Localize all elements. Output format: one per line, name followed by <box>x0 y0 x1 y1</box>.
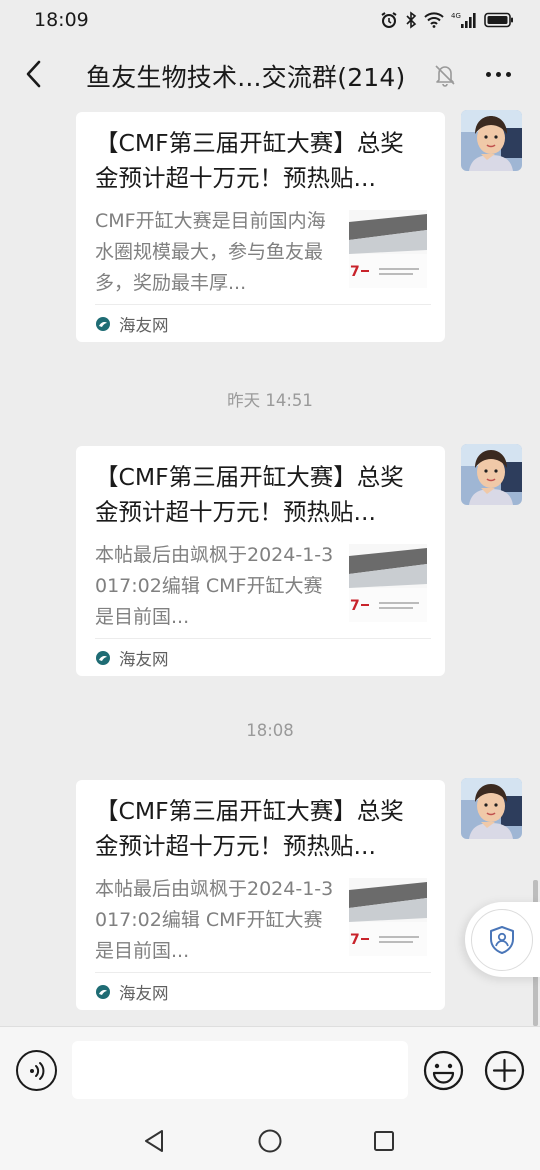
link-card-source: 海友网 <box>95 972 431 1010</box>
plus-button[interactable] <box>484 1050 525 1091</box>
link-card-source: 海友网 <box>95 638 431 676</box>
link-card-thumbnail: 7 <box>349 544 427 622</box>
link-card-description: CMF开缸大赛是目前国内海水圈规模最大，参与鱼友最多，奖励最丰厚... <box>95 210 326 294</box>
link-card-source-name: 海友网 <box>119 315 169 335</box>
triangle-back-icon <box>145 1130 163 1152</box>
emoji-icon <box>423 1050 464 1091</box>
link-card-source-name: 海友网 <box>119 649 169 669</box>
alarm-icon <box>380 11 398 29</box>
nav-home-button[interactable] <box>257 1128 283 1154</box>
nav-recent-button[interactable] <box>372 1129 396 1153</box>
voice-button[interactable] <box>16 1050 57 1091</box>
status-bar: 18:09 4G <box>0 0 540 40</box>
chat-title: 鱼友生物技术...交流群(214) <box>86 63 406 92</box>
shield-icon <box>490 925 514 954</box>
haiyou-logo-icon <box>96 316 110 331</box>
back-button[interactable] <box>18 58 48 90</box>
link-card-source: 海友网 <box>95 304 431 342</box>
status-icons: 4G <box>380 11 514 29</box>
battery-icon <box>484 12 514 28</box>
link-card-body: 本帖最后由飒枫于2024-1-3017:02编辑 CMF开缸大赛是目前国... … <box>95 874 427 970</box>
avatar[interactable] <box>461 110 522 171</box>
timestamp: 昨天 14:51 <box>227 391 313 410</box>
link-card[interactable]: 【CMF第三届开缸大赛】总奖金预计超十万元！预热贴... 本帖最后由飒枫于202… <box>76 780 445 1010</box>
link-card-body: CMF开缸大赛是目前国内海水圈规模最大，参与鱼友最多，奖励最丰厚... 7 <box>95 206 427 302</box>
circle-home-icon <box>258 1129 282 1153</box>
svg-text:7: 7 <box>350 932 360 948</box>
link-card-body: 本帖最后由飒枫于2024-1-3017:02编辑 CMF开缸大赛是目前国... … <box>95 540 427 636</box>
wifi-icon <box>424 12 444 28</box>
status-time: 18:09 <box>34 9 89 31</box>
link-card-thumbnail: 7 <box>349 210 427 288</box>
avatar[interactable] <box>461 778 522 839</box>
message-list[interactable]: 【CMF第三届开缸大赛】总奖金预计超十万元！预热贴... CMF开缸大赛是目前国… <box>0 108 540 1026</box>
link-card-source-name: 海友网 <box>119 983 169 1003</box>
haiyou-logo-icon <box>96 984 110 999</box>
message-input[interactable] <box>72 1041 408 1099</box>
bell-off-icon <box>432 62 458 88</box>
svg-text:7: 7 <box>350 264 360 280</box>
link-card-description: 本帖最后由飒枫于2024-1-3017:02编辑 CMF开缸大赛是目前国... <box>95 544 334 628</box>
nav-back-button[interactable] <box>142 1128 168 1154</box>
voice-icon <box>29 1061 44 1080</box>
floating-assistant-button[interactable] <box>465 902 540 977</box>
chat-header: 鱼友生物技术...交流群(214) <box>0 40 540 108</box>
svg-text:4G: 4G <box>451 12 461 20</box>
system-nav-bar <box>0 1112 540 1170</box>
link-card[interactable]: 【CMF第三届开缸大赛】总奖金预计超十万元！预热贴... 本帖最后由飒枫于202… <box>76 446 445 676</box>
link-card[interactable]: 【CMF第三届开缸大赛】总奖金预计超十万元！预热贴... CMF开缸大赛是目前国… <box>76 112 445 342</box>
bluetooth-icon <box>405 11 417 29</box>
svg-text:7: 7 <box>350 598 360 614</box>
link-card-description: 本帖最后由飒枫于2024-1-3017:02编辑 CMF开缸大赛是目前国... <box>95 878 334 962</box>
chevron-left-icon <box>26 60 41 88</box>
link-card-thumbnail: 7 <box>349 878 427 956</box>
emoji-button[interactable] <box>423 1050 464 1091</box>
link-card-title: 【CMF第三届开缸大赛】总奖金预计超十万元！预热贴... <box>95 463 404 526</box>
more-button[interactable] <box>480 60 516 88</box>
link-card-title: 【CMF第三届开缸大赛】总奖金预计超十万元！预热贴... <box>95 129 404 192</box>
plus-icon <box>484 1050 525 1091</box>
haiyou-logo-icon <box>96 650 110 665</box>
more-dots-icon <box>485 71 491 77</box>
link-card-title: 【CMF第三届开缸大赛】总奖金预计超十万元！预热贴... <box>95 797 404 860</box>
avatar[interactable] <box>461 444 522 505</box>
input-bar <box>0 1026 540 1112</box>
timestamp: 18:08 <box>246 721 294 740</box>
square-recent-icon <box>374 1131 394 1151</box>
cellular-signal-icon: 4G <box>451 11 477 29</box>
